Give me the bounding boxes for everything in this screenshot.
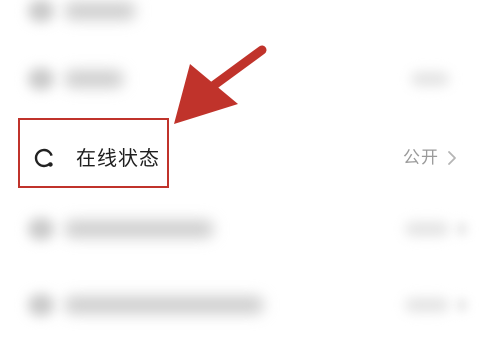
- online-status-value: 公开: [403, 148, 439, 168]
- blurred-icon: [28, 218, 54, 240]
- blurred-value: [411, 72, 449, 86]
- blurred-label: [64, 220, 214, 238]
- blurred-chevron: [457, 298, 467, 312]
- blurred-label: [64, 296, 264, 314]
- blurred-chevron: [457, 222, 467, 236]
- blurred-settings-row[interactable]: [0, 50, 485, 110]
- blurred-value: [405, 222, 449, 236]
- blurred-settings-row[interactable]: [0, 200, 485, 260]
- blurred-icon: [28, 0, 54, 22]
- blurred-icon: [28, 68, 54, 90]
- blurred-icon: [28, 294, 54, 316]
- blurred-settings-row[interactable]: [0, 0, 485, 42]
- blurred-value: [405, 298, 449, 312]
- blurred-settings-row[interactable]: [0, 276, 485, 336]
- highlight-box: [18, 118, 169, 188]
- chevron-right-icon: [448, 151, 456, 165]
- settings-screen: 在线状态 公开: [0, 0, 485, 344]
- blurred-label: [64, 70, 124, 88]
- blurred-label: [64, 2, 136, 20]
